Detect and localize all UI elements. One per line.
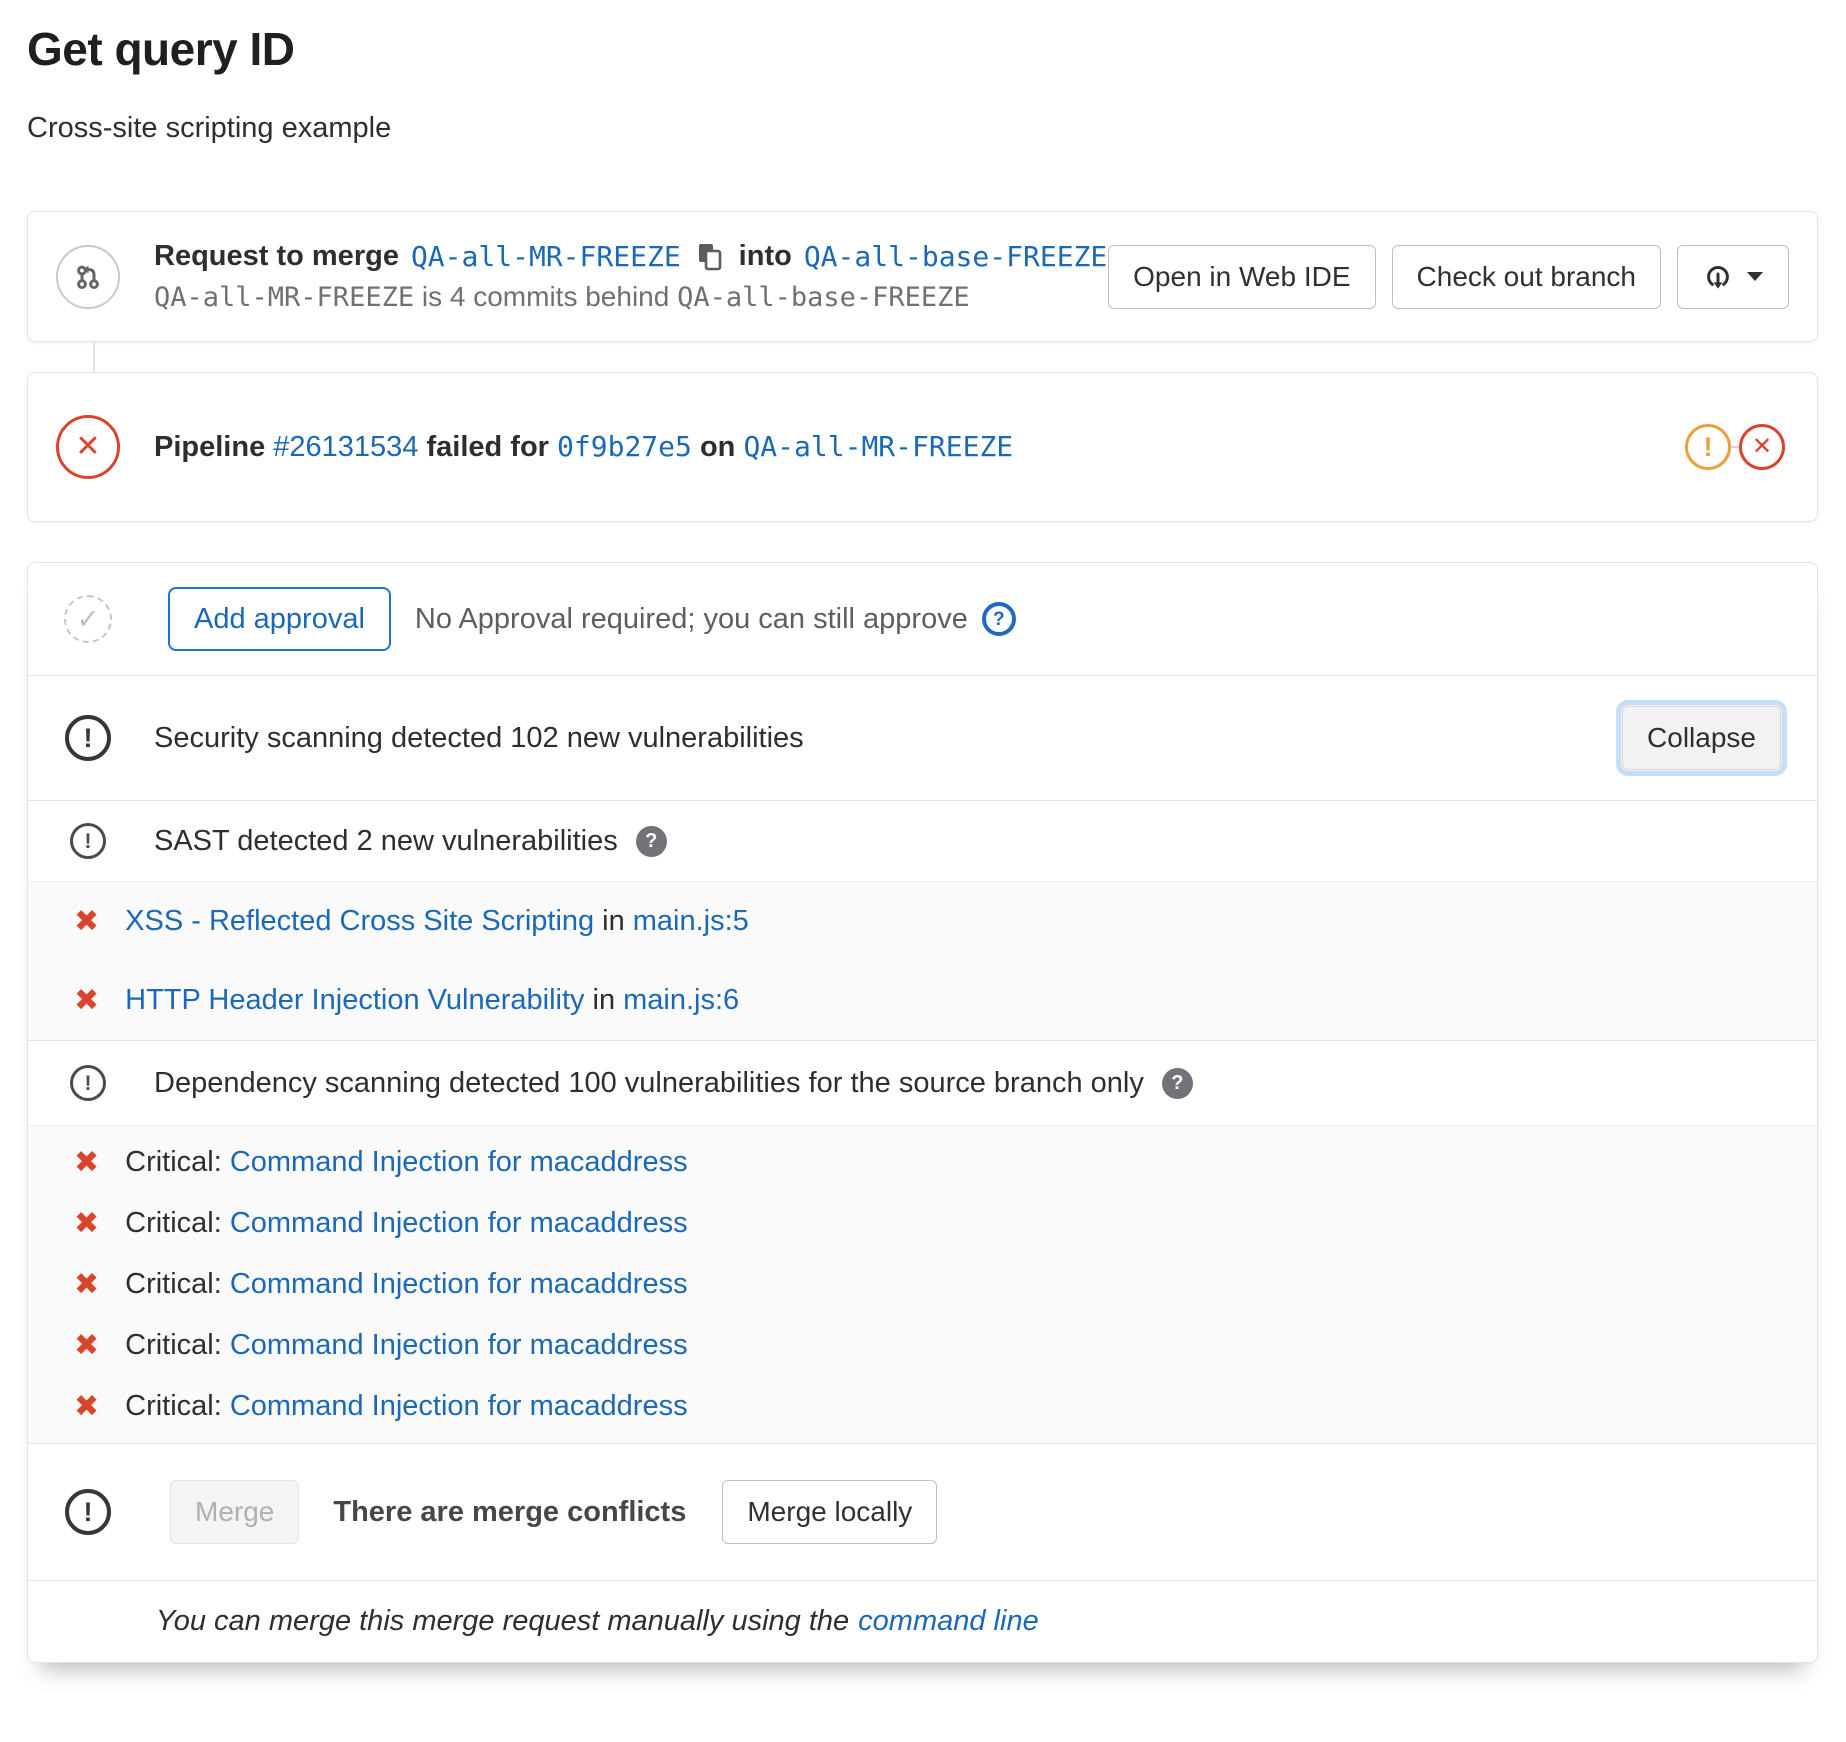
behind-target-branch: QA-all-base-FREEZE [677, 282, 970, 313]
stage-failed-icon[interactable]: ✕ [1739, 424, 1785, 470]
security-summary-row: ! Security scanning detected 102 new vul… [28, 675, 1817, 800]
download-dropdown-button[interactable] [1677, 245, 1789, 309]
pipeline-status-line: Pipeline #26131534 failed for 0f9b27e5 o… [154, 430, 1685, 464]
approval-status-text: No Approval required; you can still appr… [415, 603, 968, 636]
merge-widget-card: ✓ Add approval No Approval required; you… [27, 562, 1818, 1663]
pipeline-failed-icon: ✕ [56, 415, 120, 479]
approval-help-icon[interactable]: ? [982, 602, 1016, 636]
dependency-finding-row: Critical: Command Injection for macaddre… [28, 1132, 1817, 1193]
failed-for-label: failed for [426, 431, 548, 463]
dependency-help-icon[interactable]: ? [1162, 1068, 1193, 1099]
finding-location-link[interactable]: main.js:5 [633, 905, 749, 938]
finding-title-link[interactable]: Command Injection for macaddress [230, 1390, 688, 1423]
stage-warning-icon[interactable]: ! [1685, 424, 1731, 470]
approval-check-icon: ✓ [64, 595, 112, 643]
chevron-down-icon [1747, 272, 1763, 281]
behind-note-text: is 4 commits behind [422, 281, 669, 312]
x-mark-icon [74, 1206, 99, 1241]
behind-source-branch: QA-all-MR-FREEZE [154, 282, 414, 313]
finding-severity-label: Critical: [125, 1207, 222, 1240]
finding-title-link[interactable]: XSS - Reflected Cross Site Scripting [125, 905, 594, 938]
dependency-summary-text: Dependency scanning detected 100 vulnera… [154, 1067, 1144, 1100]
page-subtitle: Cross-site scripting example [27, 112, 1818, 145]
finding-severity-label: Critical: [125, 1390, 222, 1423]
commits-behind-note: QA-all-MR-FREEZE is 4 commits behind QA-… [154, 281, 1108, 313]
dependency-finding-row: Critical: Command Injection for macaddre… [28, 1376, 1817, 1437]
sast-summary-text: SAST detected 2 new vulnerabilities [154, 825, 618, 858]
finding-title-link[interactable]: Command Injection for macaddress [230, 1207, 688, 1240]
request-to-merge-label: Request to merge [154, 240, 399, 273]
x-mark-icon [74, 1389, 99, 1424]
git-merge-icon [56, 245, 120, 309]
merge-request-header-card: Request to merge QA-all-MR-FREEZE into Q… [27, 211, 1818, 342]
mini-pipeline-graph: ! ✕ [1685, 424, 1785, 470]
merge-button[interactable]: Merge [170, 1480, 299, 1544]
sast-findings-list: XSS - Reflected Cross Site Scripting in … [28, 881, 1817, 1040]
sast-warning-icon: ! [70, 823, 106, 859]
pipeline-status-card: ✕ Pipeline #26131534 failed for 0f9b27e5… [27, 372, 1818, 522]
copy-branch-button[interactable] [693, 241, 727, 273]
on-label: on [700, 431, 735, 463]
sast-finding-row: HTTP Header Injection Vulnerability in m… [28, 961, 1817, 1040]
finding-in-label: in [602, 905, 625, 938]
commit-sha-link[interactable]: 0f9b27e5 [557, 430, 692, 463]
merge-locally-button[interactable]: Merge locally [722, 1480, 937, 1544]
dependency-finding-row: Critical: Command Injection for macaddre… [28, 1254, 1817, 1315]
request-to-merge-line: Request to merge QA-all-MR-FREEZE into Q… [154, 240, 1108, 273]
security-summary-text: Security scanning detected 102 new vulne… [154, 722, 1622, 755]
x-mark-icon [74, 1267, 99, 1302]
x-mark-icon [74, 1145, 99, 1180]
pipeline-label: Pipeline [154, 431, 265, 463]
finding-title-link[interactable]: Command Injection for macaddress [230, 1329, 688, 1362]
x-mark-icon [74, 983, 99, 1018]
pipeline-branch-link[interactable]: QA-all-MR-FREEZE [743, 430, 1013, 463]
dependency-finding-row: Critical: Command Injection for macaddre… [28, 1315, 1817, 1376]
merge-controls-row: ! Merge There are merge conflicts Merge … [28, 1443, 1817, 1580]
copy-icon [695, 241, 725, 273]
finding-severity-label: Critical: [125, 1268, 222, 1301]
finding-title-link[interactable]: HTTP Header Injection Vulnerability [125, 984, 584, 1017]
page-title: Get query ID [27, 22, 1818, 76]
collapse-button[interactable]: Collapse [1622, 706, 1781, 770]
pipeline-connector-line [93, 342, 1818, 372]
command-line-link[interactable]: command line [858, 1605, 1039, 1637]
merge-conflict-text: There are merge conflicts [333, 1496, 686, 1529]
finding-severity-label: Critical: [125, 1329, 222, 1362]
finding-severity-label: Critical: [125, 1146, 222, 1179]
sast-help-icon[interactable]: ? [636, 826, 667, 857]
manual-merge-footer: You can merge this merge request manuall… [28, 1580, 1817, 1662]
dependency-warning-icon: ! [70, 1065, 106, 1101]
approval-row: ✓ Add approval No Approval required; you… [28, 563, 1817, 675]
into-label: into [739, 240, 792, 273]
target-branch-link[interactable]: QA-all-base-FREEZE [804, 240, 1107, 273]
manual-merge-text: You can merge this merge request manuall… [156, 1605, 849, 1637]
security-warning-icon: ! [65, 715, 111, 761]
merge-blocked-icon: ! [65, 1489, 111, 1535]
add-approval-button[interactable]: Add approval [168, 587, 391, 651]
check-out-branch-button[interactable]: Check out branch [1392, 245, 1661, 309]
source-branch-link[interactable]: QA-all-MR-FREEZE [411, 240, 681, 273]
dependency-finding-row: Critical: Command Injection for macaddre… [28, 1193, 1817, 1254]
download-icon [1703, 262, 1733, 292]
dependency-findings-list: Critical: Command Injection for macaddre… [28, 1125, 1817, 1443]
open-in-web-ide-button[interactable]: Open in Web IDE [1108, 245, 1375, 309]
sast-finding-row: XSS - Reflected Cross Site Scripting in … [28, 882, 1817, 961]
pipeline-id-link[interactable]: #26131534 [273, 431, 418, 463]
finding-title-link[interactable]: Command Injection for macaddress [230, 1268, 688, 1301]
dependency-summary-row: ! Dependency scanning detected 100 vulne… [28, 1040, 1817, 1125]
finding-location-link[interactable]: main.js:6 [623, 984, 739, 1017]
x-mark-icon [74, 904, 99, 939]
finding-title-link[interactable]: Command Injection for macaddress [230, 1146, 688, 1179]
merge-request-page: Get query ID Cross-site scripting exampl… [0, 0, 1846, 1673]
sast-summary-row: ! SAST detected 2 new vulnerabilities ? [28, 800, 1817, 881]
x-mark-icon [74, 1328, 99, 1363]
finding-in-label: in [593, 984, 616, 1017]
